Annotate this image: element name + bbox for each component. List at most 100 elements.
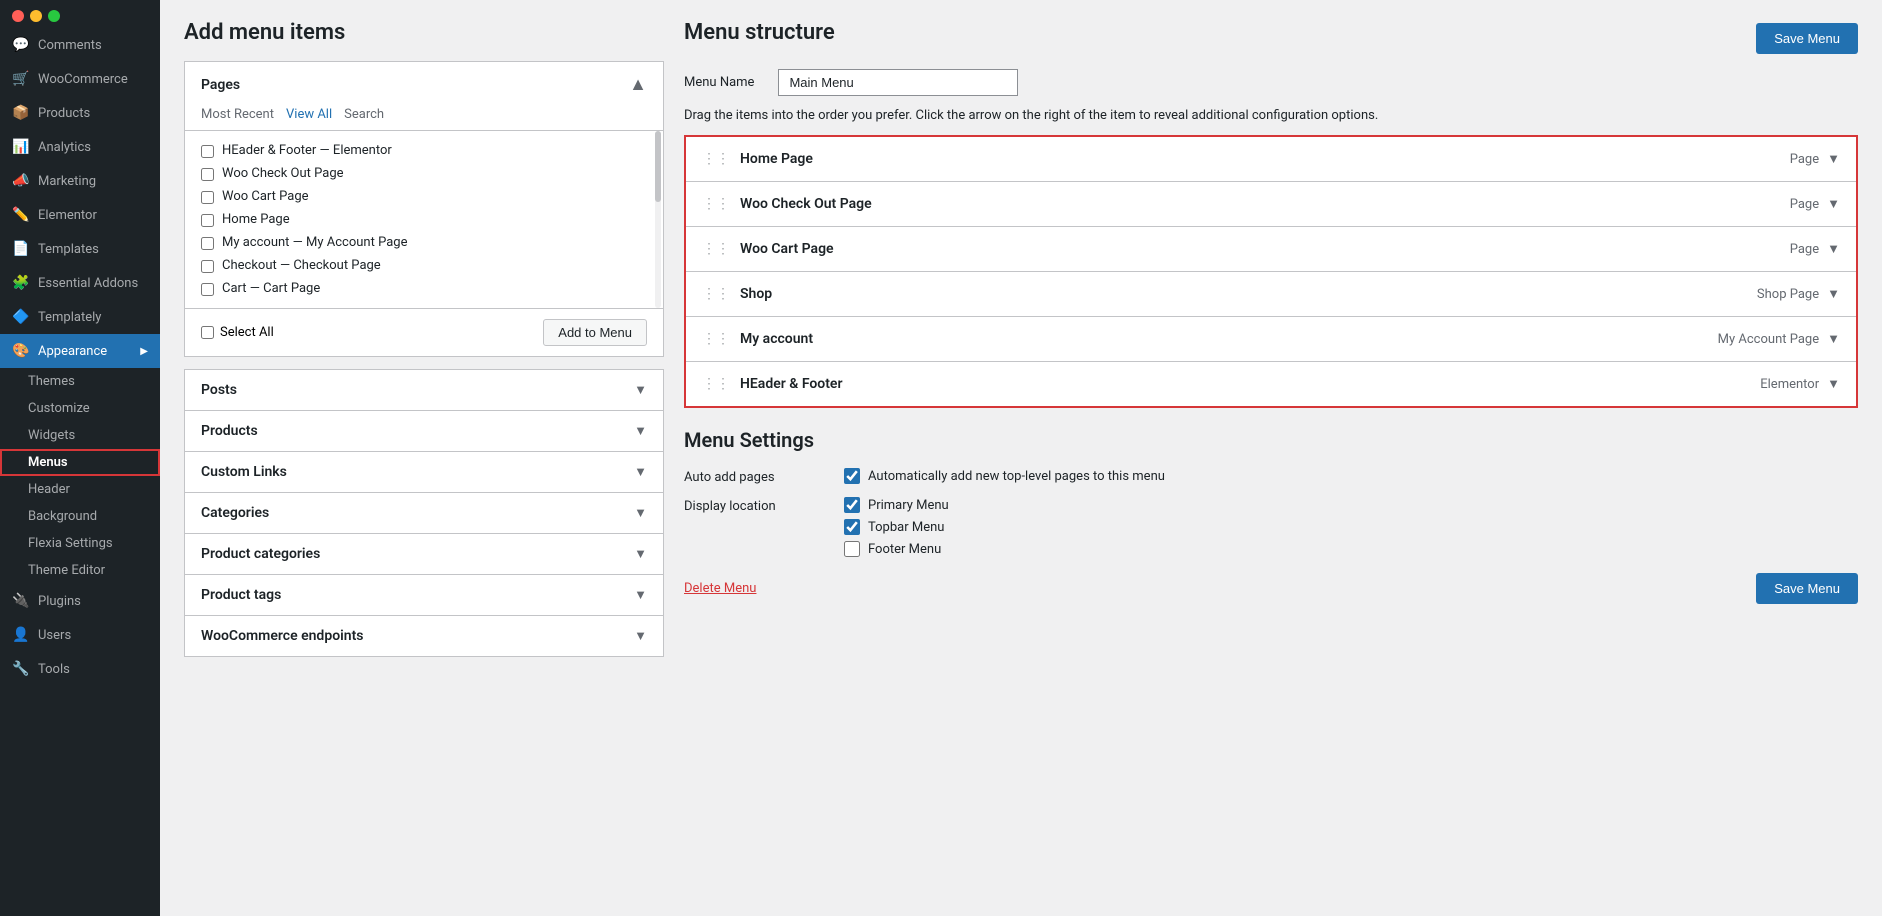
menu-item-right-2: Page ▼	[1790, 241, 1840, 257]
page-checkbox-2[interactable]	[201, 191, 214, 204]
content-layout: Add menu items Pages ▲ Most Recent View …	[184, 20, 1858, 657]
page-item: Woo Cart Page	[201, 185, 647, 208]
topbar-menu-checkbox[interactable]	[844, 519, 860, 535]
accordion-product-categories: Product categories ▼	[184, 534, 664, 575]
sidebar-sub-item-header[interactable]: Header	[0, 476, 160, 503]
accordion-posts-header[interactable]: Posts ▼	[185, 370, 663, 410]
menu-item-chevron-1[interactable]: ▼	[1827, 196, 1840, 212]
menu-item-chevron-4[interactable]: ▼	[1827, 331, 1840, 347]
page-checkbox-4[interactable]	[201, 237, 214, 250]
accordion-product-tags-header[interactable]: Product tags ▼	[185, 575, 663, 615]
topbar-menu-option: Topbar Menu	[844, 519, 949, 535]
drag-hint: Drag the items into the order you prefer…	[684, 108, 1858, 123]
page-item: Home Page	[201, 208, 647, 231]
drag-handle-3[interactable]: ⋮⋮	[702, 286, 730, 302]
menu-name-input[interactable]	[778, 69, 1018, 96]
sidebar-sub-item-menus[interactable]: Menus	[0, 449, 160, 476]
display-location-row: Display location Primary Menu Topbar Men…	[684, 497, 1858, 557]
page-checkbox-1[interactable]	[201, 168, 214, 181]
traffic-light-yellow[interactable]	[30, 10, 42, 22]
tools-icon: 🔧	[12, 660, 30, 678]
sidebar-item-products[interactable]: 📦 Products	[0, 96, 160, 130]
sidebar-item-templates[interactable]: 📄 Templates	[0, 232, 160, 266]
auto-add-pages-checkbox[interactable]	[844, 468, 860, 484]
accordion-product-categories-header[interactable]: Product categories ▼	[185, 534, 663, 574]
primary-menu-checkbox[interactable]	[844, 497, 860, 513]
sidebar-item-essential-addons[interactable]: 🧩 Essential Addons	[0, 266, 160, 300]
sidebar-item-woocommerce[interactable]: 🛒 WooCommerce	[0, 62, 160, 96]
sidebar-item-marketing[interactable]: 📣 Marketing	[0, 164, 160, 198]
accordion-categories-header[interactable]: Categories ▼	[185, 493, 663, 533]
sidebar-item-plugins[interactable]: 🔌 Plugins	[0, 584, 160, 618]
accordion-products-header[interactable]: Products ▼	[185, 411, 663, 451]
menu-item-chevron-2[interactable]: ▼	[1827, 241, 1840, 257]
appearance-arrow: ▶	[140, 346, 148, 357]
menu-item-chevron-0[interactable]: ▼	[1827, 151, 1840, 167]
page-checkbox-6[interactable]	[201, 283, 214, 296]
sidebar-item-templately[interactable]: 🔷 Templately	[0, 300, 160, 334]
auto-add-pages-value: Automatically add new top-level pages to…	[844, 468, 1165, 484]
sidebar-item-elementor[interactable]: ✏️ Elementor	[0, 198, 160, 232]
appearance-icon: 🎨	[12, 342, 30, 360]
accordion-woocommerce-endpoints-header[interactable]: WooCommerce endpoints ▼	[185, 616, 663, 656]
sidebar-item-analytics[interactable]: 📊 Analytics	[0, 130, 160, 164]
pages-footer: Select All Add to Menu	[185, 308, 663, 356]
accordion-custom-links-header[interactable]: Custom Links ▼	[185, 452, 663, 492]
drag-handle-0[interactable]: ⋮⋮	[702, 151, 730, 167]
drag-handle-4[interactable]: ⋮⋮	[702, 331, 730, 347]
categories-chevron-icon: ▼	[634, 505, 647, 521]
pages-section: Pages ▲ Most Recent View All Search HEad…	[184, 61, 664, 357]
accordion-custom-links: Custom Links ▼	[184, 452, 664, 493]
menu-item-left-5: ⋮⋮ HEader & Footer	[702, 376, 843, 392]
woocommerce-endpoints-chevron-icon: ▼	[634, 628, 647, 644]
drag-handle-2[interactable]: ⋮⋮	[702, 241, 730, 257]
select-all-checkbox[interactable]	[201, 326, 214, 339]
sidebar-item-tools[interactable]: 🔧 Tools	[0, 652, 160, 686]
sidebar-item-users[interactable]: 👤 Users	[0, 618, 160, 652]
menu-item-2: ⋮⋮ Woo Cart Page Page ▼	[686, 227, 1856, 272]
page-checkbox-5[interactable]	[201, 260, 214, 273]
display-location-value: Primary Menu Topbar Menu Footer Menu	[844, 497, 949, 557]
save-menu-button-top[interactable]: Save Menu	[1756, 23, 1858, 54]
sidebar-sub-item-customize[interactable]: Customize	[0, 395, 160, 422]
pages-tab-search[interactable]: Search	[344, 107, 384, 122]
pages-tab-most-recent[interactable]: Most Recent	[201, 107, 274, 122]
sidebar-sub-item-theme-editor[interactable]: Theme Editor	[0, 557, 160, 584]
sidebar-sub-item-background[interactable]: Background	[0, 503, 160, 530]
menu-item-right-4: My Account Page ▼	[1718, 331, 1840, 347]
sidebar-sub-item-flexia-settings[interactable]: Flexia Settings	[0, 530, 160, 557]
accordion-products: Products ▼	[184, 411, 664, 452]
page-checkbox-3[interactable]	[201, 214, 214, 227]
footer-menu-checkbox[interactable]	[844, 541, 860, 557]
page-item: Cart — Cart Page	[201, 277, 647, 300]
menu-item-right-1: Page ▼	[1790, 196, 1840, 212]
menu-item-4: ⋮⋮ My account My Account Page ▼	[686, 317, 1856, 362]
menu-structure-box: ⋮⋮ Home Page Page ▼ ⋮⋮ Woo Check Out Pag…	[684, 135, 1858, 408]
templates-icon: 📄	[12, 240, 30, 258]
pages-tab-view-all[interactable]: View All	[286, 107, 332, 122]
delete-menu-link[interactable]: Delete Menu	[684, 581, 756, 596]
traffic-light-red[interactable]	[12, 10, 24, 22]
sidebar-sub-item-widgets[interactable]: Widgets	[0, 422, 160, 449]
add-menu-items-title: Add menu items	[184, 20, 664, 45]
traffic-light-green[interactable]	[48, 10, 60, 22]
drag-handle-5[interactable]: ⋮⋮	[702, 376, 730, 392]
page-item: Woo Check Out Page	[201, 162, 647, 185]
save-menu-button-bottom[interactable]: Save Menu	[1756, 573, 1858, 604]
pages-toggle-icon[interactable]: ▲	[629, 74, 647, 95]
menu-item-chevron-5[interactable]: ▼	[1827, 376, 1840, 392]
main-content: Add menu items Pages ▲ Most Recent View …	[160, 0, 1882, 916]
menu-item-right-3: Shop Page ▼	[1757, 286, 1840, 302]
drag-handle-1[interactable]: ⋮⋮	[702, 196, 730, 212]
menu-item-left-2: ⋮⋮ Woo Cart Page	[702, 241, 834, 257]
custom-links-chevron-icon: ▼	[634, 464, 647, 480]
sidebar-item-appearance[interactable]: 🎨 Appearance ▶	[0, 334, 160, 368]
add-to-menu-button[interactable]: Add to Menu	[543, 319, 647, 346]
page-checkbox-0[interactable]	[201, 145, 214, 158]
sidebar-item-comments[interactable]: 💬 Comments	[0, 28, 160, 62]
menu-item-chevron-3[interactable]: ▼	[1827, 286, 1840, 302]
right-panel: Menu structure Save Menu Menu Name Drag …	[684, 20, 1858, 604]
product-tags-chevron-icon: ▼	[634, 587, 647, 603]
comments-icon: 💬	[12, 36, 30, 54]
sidebar-sub-item-themes[interactable]: Themes	[0, 368, 160, 395]
